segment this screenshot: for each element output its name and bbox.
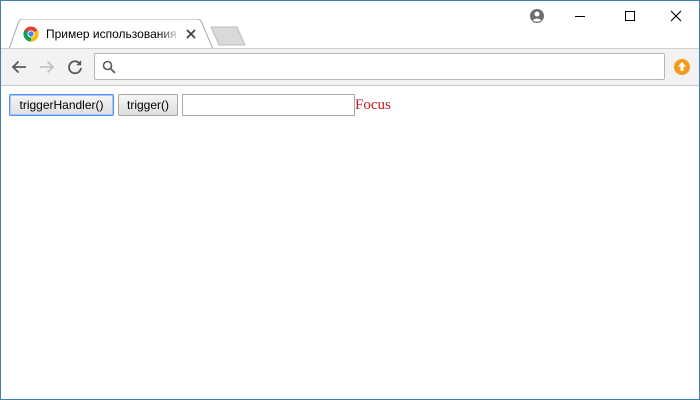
window-close-icon: [670, 10, 682, 22]
browser-toolbar: [1, 48, 699, 86]
tab-close-icon[interactable]: [184, 27, 198, 41]
window-close-button[interactable]: [653, 1, 699, 31]
browser-tab[interactable]: Пример использования: [9, 19, 214, 49]
reload-icon: [68, 60, 82, 75]
new-tab-button[interactable]: [209, 26, 247, 46]
text-input[interactable]: [182, 94, 355, 116]
focus-message: Focus: [355, 97, 391, 113]
address-bar[interactable]: [94, 53, 665, 80]
search-icon: [102, 60, 116, 74]
chrome-favicon-icon: [23, 26, 39, 42]
browser-window: Пример использования triggerHandler() tr…: [0, 0, 700, 400]
back-arrow-icon: [11, 60, 26, 74]
title-bar: Пример использования: [1, 1, 699, 49]
page-content: triggerHandler() trigger() Focus: [1, 87, 699, 399]
maximize-button[interactable]: [607, 1, 653, 31]
tab-title-fade: [159, 24, 181, 44]
forward-button: [37, 57, 57, 77]
trigger-button[interactable]: trigger(): [118, 94, 178, 116]
address-input[interactable]: [123, 56, 658, 77]
trigger-handler-button[interactable]: triggerHandler(): [9, 94, 114, 116]
back-button[interactable]: [9, 57, 29, 77]
forward-arrow-icon: [40, 60, 55, 74]
minimize-button[interactable]: [557, 1, 603, 31]
minimize-icon: [575, 16, 585, 17]
reload-button[interactable]: [65, 57, 85, 77]
maximize-icon: [625, 11, 635, 21]
profile-icon[interactable]: [529, 8, 545, 24]
update-arrow-icon[interactable]: [673, 58, 691, 76]
